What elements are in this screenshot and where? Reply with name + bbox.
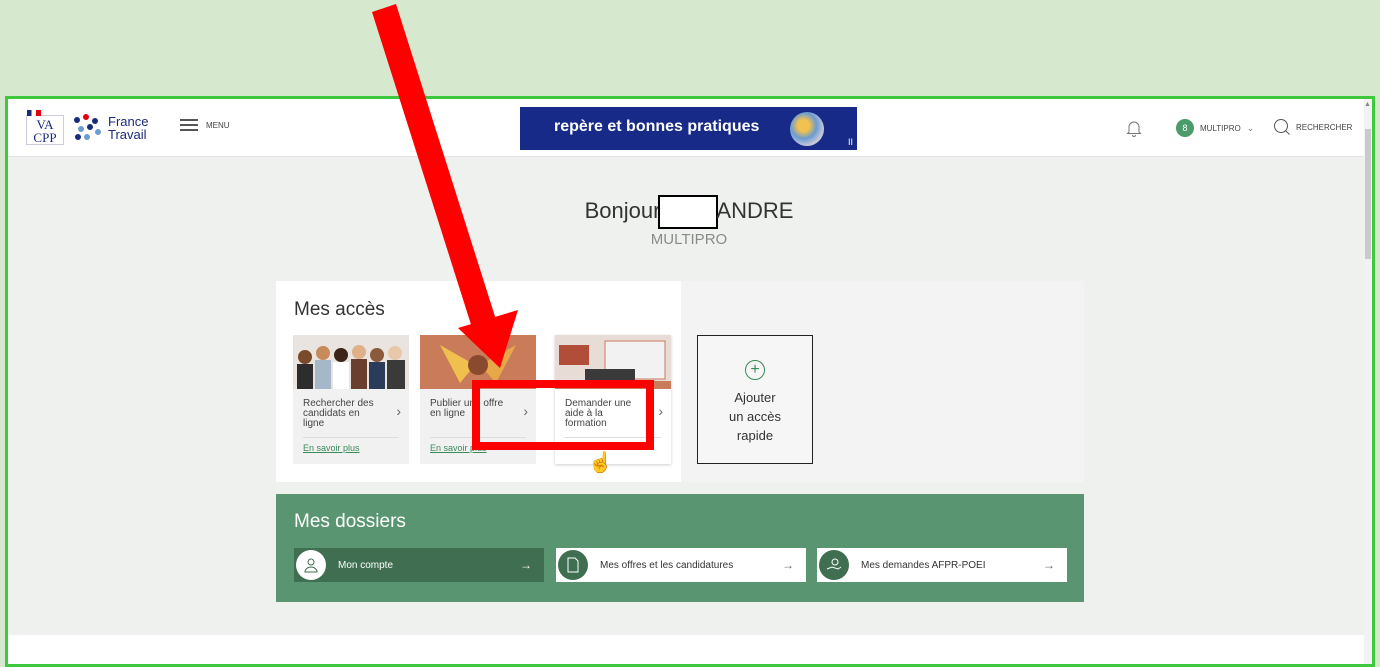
site-header: VA CPP France Travail MENU repère et bon… (8, 99, 1370, 157)
chevron-right-icon: › (523, 403, 528, 419)
france-travail-logo[interactable]: France Travail (72, 111, 152, 145)
account-menu[interactable]: 8 MULTIPRO ⌄ (1176, 119, 1254, 137)
chevron-right-icon: › (658, 403, 663, 419)
learn-more-link[interactable]: En savoir plus (303, 443, 360, 453)
greeting: Bonjour ANDRE MULTIPRO (8, 195, 1370, 248)
dossiers-panel: Mes dossiers Mon compte → Mes offres et … (276, 494, 1084, 602)
tile-publish-offer[interactable]: Publier une offre en ligne › En savoir p… (420, 335, 536, 464)
afpr-requests-button[interactable]: Mes demandes AFPR-POEI → (817, 548, 1067, 582)
tile-label: Demander une aide à la formation (565, 398, 632, 429)
bell-icon[interactable] (1126, 119, 1142, 137)
tile-training-aid[interactable]: Demander une aide à la formation › (555, 335, 671, 464)
hand-cursor-icon: ☝ (588, 452, 613, 474)
redacted-firstname (658, 195, 719, 229)
arrow-right-icon: → (520, 558, 532, 572)
scrollbar-thumb[interactable] (1365, 129, 1371, 259)
search-label: RECHERCHER (1296, 122, 1353, 132)
hand-coin-icon (819, 550, 849, 580)
computer-illustration (555, 335, 671, 389)
access-card: Mes accès Rechercher des candidats en li… (276, 281, 1084, 482)
candidates-illustration (293, 335, 409, 389)
menu-label: MENU (206, 120, 230, 130)
chevron-down-icon: ⌄ (1246, 122, 1255, 133)
arrow-right-icon: → (1043, 558, 1055, 572)
banner-illustration (790, 112, 824, 146)
document-icon (558, 550, 588, 580)
scrollbar[interactable]: ▲ (1364, 99, 1372, 664)
bottom-section (8, 635, 1370, 664)
menu-button[interactable]: MENU (180, 119, 230, 131)
top-band (0, 0, 1380, 96)
france-travail-dots-icon (72, 113, 102, 143)
plus-icon: + (745, 360, 765, 380)
company-name: MULTIPRO (650, 231, 728, 248)
dossiers-title: Mes dossiers (294, 511, 406, 532)
search-icon (1274, 119, 1290, 135)
tile-label: Rechercher des candidats en ligne (303, 398, 374, 429)
arrow-right-icon: → (782, 558, 794, 572)
tile-label: Publier une offre en ligne (430, 398, 504, 419)
learn-more-link[interactable]: En savoir plus (430, 443, 487, 453)
search-button[interactable]: RECHERCHER (1273, 118, 1352, 136)
my-account-button[interactable]: Mon compte → (294, 548, 544, 582)
browser-frame: VA CPP France Travail MENU repère et bon… (5, 96, 1375, 667)
handshake-illustration (420, 335, 536, 389)
greeting-hello: Bonjour ANDRE (8, 195, 1370, 229)
avatar: 8 (1176, 119, 1194, 137)
tile-search-candidates[interactable]: Rechercher des candidats en ligne › En s… (293, 335, 409, 464)
user-icon (296, 550, 326, 580)
my-offers-button[interactable]: Mes offres et les candidatures → (556, 548, 806, 582)
promo-banner[interactable]: repère et bonnes pratiques II (520, 107, 857, 150)
account-name: MULTIPRO (1200, 123, 1241, 133)
scroll-up-icon[interactable]: ▲ (1364, 101, 1371, 108)
add-quick-access-button[interactable]: + Ajouter un accès rapide (697, 335, 813, 464)
banner-text: repère et bonnes pratiques (554, 118, 760, 135)
vacpp-logo[interactable]: VA CPP (26, 110, 64, 145)
france-travail-text: France Travail (108, 114, 149, 142)
pause-icon[interactable]: II (848, 137, 853, 147)
chevron-right-icon: › (396, 403, 401, 419)
hamburger-icon (180, 119, 198, 131)
access-title: Mes accès (294, 299, 385, 320)
